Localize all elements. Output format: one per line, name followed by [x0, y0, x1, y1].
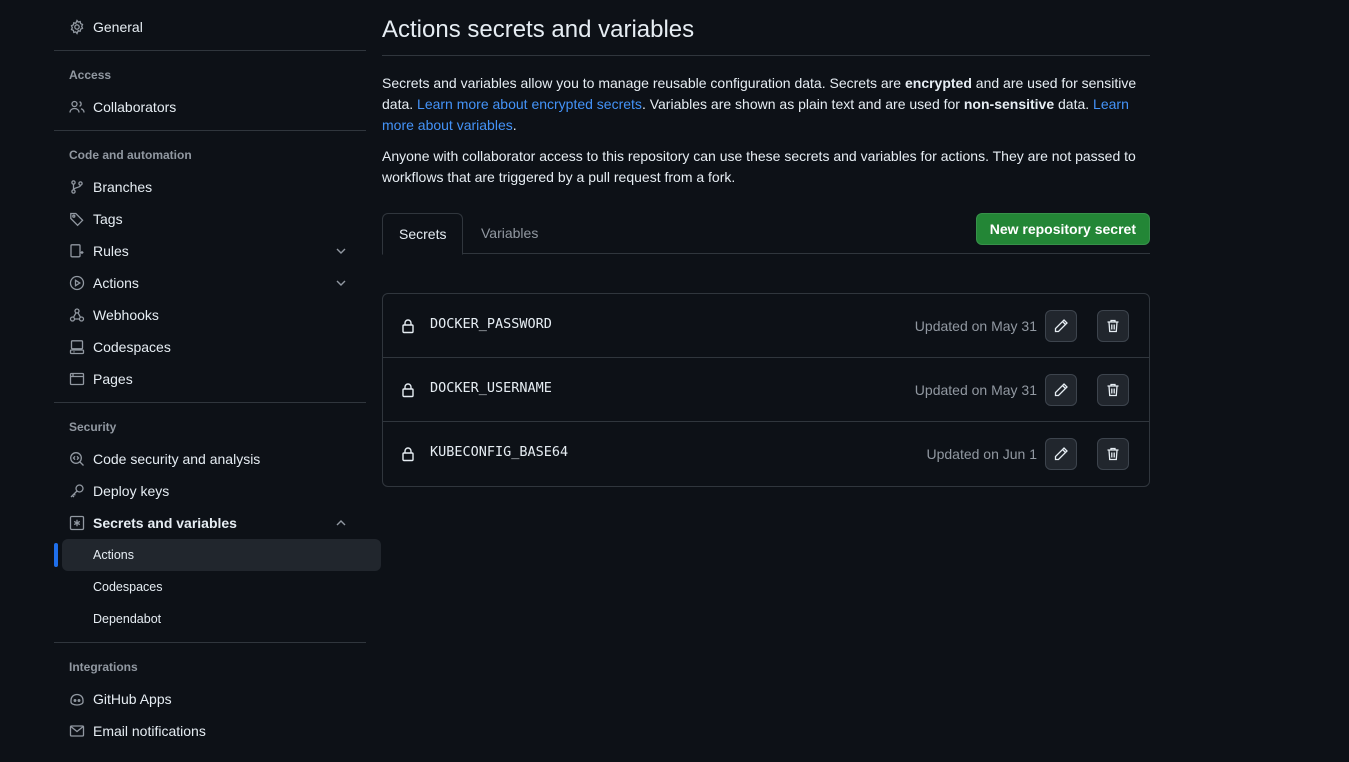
- sidebar-item-collaborators[interactable]: Collaborators: [54, 91, 366, 123]
- pencil-icon: [1053, 446, 1069, 462]
- access-note-paragraph: Anyone with collaborator access to this …: [382, 148, 1136, 185]
- sidebar-item-label: Code security and analysis: [93, 451, 261, 467]
- sidebar-subitem-label: Dependabot: [93, 612, 162, 626]
- edit-secret-button[interactable]: [1045, 438, 1077, 470]
- sidebar-item-label: Collaborators: [93, 99, 177, 115]
- sidebar-item-label: Email notifications: [93, 723, 206, 739]
- sidebar-item-deploy-keys[interactable]: Deploy keys: [54, 475, 366, 507]
- delete-secret-button[interactable]: [1097, 438, 1129, 470]
- lock-icon: [400, 318, 416, 334]
- text: . Variables are shown as plain text and …: [641, 96, 964, 112]
- tab-secrets[interactable]: Secrets: [382, 213, 464, 255]
- delete-secret-button[interactable]: [1097, 310, 1129, 342]
- secret-name: DOCKER_PASSWORD: [430, 316, 552, 332]
- sidebar-item-label: Deploy keys: [93, 483, 170, 499]
- secret-updated: Updated on May 31: [914, 318, 1037, 334]
- text: .: [512, 117, 517, 133]
- sidebar-item-label: Codespaces: [93, 339, 171, 355]
- secret-row: DOCKER_USERNAME Updated on May 31: [383, 358, 1149, 422]
- chevron-up-icon[interactable]: [333, 515, 349, 531]
- sidebar-subitem-label: Codespaces: [93, 580, 163, 594]
- sidebar-item-label: Webhooks: [93, 307, 159, 323]
- edit-secret-button[interactable]: [1045, 374, 1077, 406]
- divider: [54, 642, 366, 643]
- sidebar-item-tags[interactable]: Tags: [54, 203, 366, 235]
- codescan-icon: [69, 451, 85, 467]
- section-title-security: Security: [69, 420, 117, 434]
- play-icon: [69, 275, 85, 291]
- sidebar-item-secrets-and-variables[interactable]: Secrets and variables: [54, 507, 366, 539]
- page-title: Actions secrets and variables: [382, 16, 695, 43]
- sidebar-item-actions[interactable]: Actions: [54, 267, 366, 299]
- divider: [54, 402, 366, 403]
- sidebar-item-pages[interactable]: Pages: [54, 363, 366, 395]
- sidebar-item-label: Tags: [93, 211, 123, 227]
- sidebar-subitem-label: Actions: [93, 548, 134, 562]
- sidebar-item-branches[interactable]: Branches: [54, 171, 366, 203]
- secret-row: DOCKER_PASSWORD Updated on May 31: [383, 294, 1149, 358]
- trash-icon: [1105, 382, 1121, 398]
- sidebar-item-general[interactable]: General: [54, 11, 366, 43]
- chevron-down-icon[interactable]: [333, 243, 349, 259]
- description-paragraph: Secrets and variables allow you to manag…: [382, 73, 1150, 136]
- trash-icon: [1105, 318, 1121, 334]
- bold-text: non-sensitive: [963, 96, 1055, 112]
- git-branch-icon: [69, 179, 85, 195]
- sidebar-item-label: Branches: [93, 179, 153, 195]
- section-title-access: Access: [69, 68, 112, 82]
- webhook-icon: [69, 307, 85, 323]
- sidebar-item-label: GitHub Apps: [93, 691, 172, 707]
- sidebar-item-code-security[interactable]: Code security and analysis: [54, 443, 366, 475]
- section-title-integrations: Integrations: [69, 660, 138, 674]
- trash-icon: [1105, 446, 1121, 462]
- pencil-icon: [1053, 382, 1069, 398]
- divider: [54, 130, 366, 131]
- chevron-down-icon[interactable]: [333, 275, 349, 291]
- sidebar-subitem-actions[interactable]: Actions: [54, 539, 381, 571]
- sidebar-item-email-notifications[interactable]: Email notifications: [54, 715, 366, 747]
- secret-name: KUBECONFIG_BASE64: [430, 444, 569, 460]
- sidebar-item-label: Actions: [93, 275, 139, 291]
- text: data.: [1054, 96, 1094, 112]
- key-icon: [69, 483, 85, 499]
- active-indicator: [54, 543, 58, 567]
- sidebar-item-label: Pages: [93, 371, 133, 387]
- new-repository-secret-button[interactable]: New repository secret: [975, 213, 1150, 245]
- delete-secret-button[interactable]: [1097, 374, 1129, 406]
- sidebar-item-webhooks[interactable]: Webhooks: [54, 299, 366, 331]
- secret-name: DOCKER_USERNAME: [430, 380, 552, 396]
- rules-icon: [69, 243, 85, 259]
- codespaces-icon: [69, 339, 85, 355]
- copilot-icon: [69, 691, 85, 707]
- learn-more-secrets-link[interactable]: Learn more about encrypted secrets: [417, 96, 642, 112]
- mail-icon: [69, 723, 85, 739]
- sidebar-item-rules[interactable]: Rules: [54, 235, 366, 267]
- tab-variables[interactable]: Variables: [465, 213, 554, 253]
- tag-icon: [69, 211, 85, 227]
- sidebar-item-codespaces[interactable]: Codespaces: [54, 331, 366, 363]
- secret-row: KUBECONFIG_BASE64 Updated on Jun 1: [383, 422, 1149, 486]
- divider: [54, 50, 366, 51]
- section-title-code-automation: Code and automation: [69, 148, 192, 162]
- title-divider: [382, 55, 1150, 56]
- lock-icon: [400, 446, 416, 462]
- sidebar-item-label: Secrets and variables: [93, 515, 237, 531]
- sidebar-item-label: Rules: [93, 243, 129, 259]
- sidebar-subitem-codespaces[interactable]: Codespaces: [62, 571, 381, 603]
- people-icon: [69, 99, 85, 115]
- sidebar-item-label: General: [93, 19, 143, 35]
- secrets-list: DOCKER_PASSWORD Updated on May 31 DOCKER…: [382, 293, 1150, 487]
- edit-secret-button[interactable]: [1045, 310, 1077, 342]
- secret-updated: Updated on May 31: [914, 382, 1037, 398]
- gear-icon: [69, 19, 85, 35]
- browser-icon: [69, 371, 85, 387]
- bold-text: encrypted: [904, 75, 972, 91]
- sidebar-item-github-apps[interactable]: GitHub Apps: [54, 683, 366, 715]
- lock-icon: [400, 382, 416, 398]
- text: Secrets and variables allow you to manag…: [382, 75, 905, 91]
- asterisk-box-icon: [69, 515, 85, 531]
- secret-updated: Updated on Jun 1: [926, 446, 1037, 462]
- pencil-icon: [1053, 318, 1069, 334]
- sidebar-subitem-dependabot[interactable]: Dependabot: [62, 603, 381, 635]
